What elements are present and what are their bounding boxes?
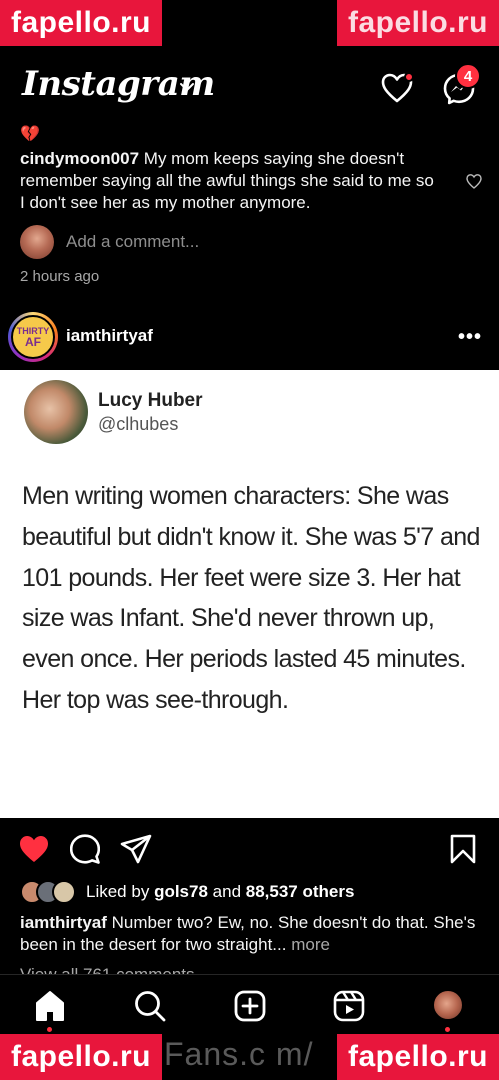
liker-avatar [52,880,76,904]
caption-more-link[interactable]: more [291,935,330,954]
bookmark-icon[interactable] [450,834,476,864]
comment-username[interactable]: cindymoon007 [20,149,139,168]
liked-by-user[interactable]: gols78 [154,882,208,901]
broken-heart-icon: 💔 [20,126,40,143]
home-icon[interactable] [33,989,67,1023]
likes-text: Liked by gols78 and 88,537 others [86,882,354,902]
like-filled-icon[interactable] [18,834,50,864]
watermark-middle: Fans.c m/ [164,1036,314,1072]
comment-like-icon[interactable] [465,172,483,190]
app-header: Instagram 4 [0,52,499,124]
profile-avatar[interactable] [432,989,464,1021]
post-header: THIRTY AF iamthirtyaf ••• [0,304,499,370]
home-activity-dot [47,1027,52,1032]
post-image[interactable]: Lucy Huber @clhubes Men writing women ch… [0,370,499,818]
tweet-author-name: Lucy Huber [98,390,203,411]
liker-avatars [20,880,82,904]
watermark-top-left: fapello.ru [0,0,162,46]
watermark-top-right: fapello.ru [337,0,499,46]
view-comments-link[interactable]: View all 761 comments [20,962,195,974]
post-timestamp: 2 hours ago [20,268,100,285]
post-caption: iamthirtyaf Number two? Ew, no. She does… [20,912,480,956]
likes-prefix: Liked by [86,882,150,901]
reels-icon[interactable] [332,989,366,1023]
comment: cindymoon007 My mom keeps saying she doe… [20,148,440,214]
add-comment-row[interactable]: Add a comment... [20,224,199,260]
watermark-bottom-right: fapello.ru [337,1034,499,1080]
profile-activity-dot [445,1027,450,1032]
search-icon[interactable] [133,989,167,1023]
tweet-author-handle: @clhubes [98,414,179,434]
avatar-text-bottom: AF [25,334,41,349]
tweet-text: Men writing women characters: She was be… [22,482,480,714]
caption-username[interactable]: iamthirtyaf [20,913,107,932]
likes-and: and [212,882,242,901]
likes-row[interactable]: Liked by gols78 and 88,537 others [20,878,354,906]
create-icon[interactable] [233,989,267,1023]
likes-count[interactable]: 88,537 others [246,882,355,901]
post-actions [0,818,499,878]
post-username[interactable]: iamthirtyaf [66,326,153,346]
add-comment-input[interactable]: Add a comment... [66,232,199,252]
tweet-avatar [24,380,88,444]
post-avatar: THIRTY AF [11,315,55,359]
story-ring[interactable]: THIRTY AF [8,312,58,362]
notification-dot [404,72,414,82]
chevron-down-icon[interactable] [178,78,196,96]
more-options-icon[interactable]: ••• [458,326,482,349]
watermark-bottom-left: fapello.ru [0,1034,162,1080]
avatar [20,225,54,259]
share-icon[interactable] [120,834,152,864]
messages-badge: 4 [455,63,481,89]
comment-icon[interactable] [70,834,100,864]
